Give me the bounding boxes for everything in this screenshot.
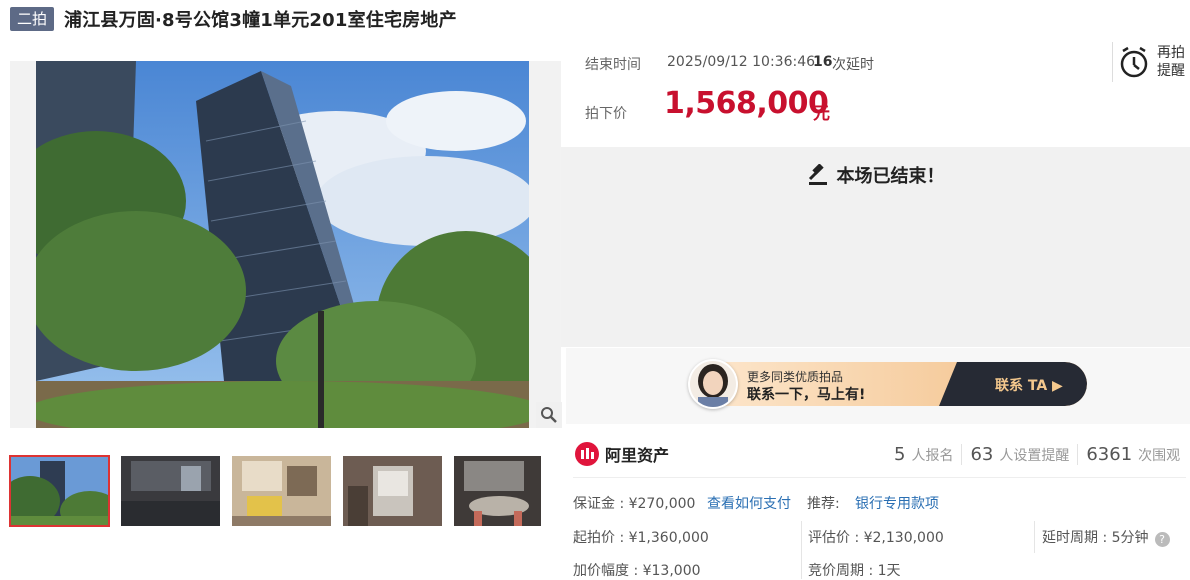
thumbnail-1[interactable]: [9, 455, 110, 527]
end-time-value: 2025/09/12 10:36:46: [667, 54, 816, 70]
promo-line1: 更多同类优质拍品: [747, 370, 844, 384]
stat-reminders-label: 人设置提醒: [999, 447, 1070, 464]
stat-signups-label: 人报名: [911, 447, 954, 464]
main-photo[interactable]: [10, 61, 561, 428]
stats-row: 5 人报名 63 人设置提醒 6361 次围观: [886, 442, 1188, 466]
delay-period-text: 延时周期 : 5分钟: [1042, 530, 1149, 546]
zoom-button[interactable]: [536, 402, 562, 428]
brand-label: 阿里资产: [605, 446, 670, 465]
stat-signups: 5 人报名: [886, 443, 963, 465]
stat-reminders: 63 人设置提醒: [962, 443, 1079, 465]
start-price: 起拍价 : ¥1,360,000: [573, 530, 709, 546]
stat-views-num: 6361: [1086, 443, 1133, 465]
help-icon[interactable]: ?: [1154, 532, 1170, 547]
alarm-clock-icon: [1120, 46, 1148, 78]
contact-button[interactable]: 联系 TA ▶: [995, 375, 1063, 395]
final-price: 1,568,000: [664, 86, 829, 121]
ali-assets-icon: [575, 442, 599, 466]
thumbnail-4[interactable]: [343, 456, 442, 526]
thumbnail-5[interactable]: [454, 456, 553, 526]
delay-count: 16: [813, 54, 833, 70]
ended-status: 本场已结束！: [561, 162, 1190, 188]
column-divider: [1034, 521, 1035, 553]
bid-period: 竞价周期 : 1天: [808, 563, 901, 579]
end-time-label: 结束时间: [585, 57, 641, 73]
price-unit: 元: [813, 104, 830, 124]
ended-text: 本场已结束！: [836, 166, 945, 187]
price-label: 拍下价: [585, 106, 627, 122]
payment-help-link[interactable]: 查看如何支付: [707, 493, 791, 513]
search-icon: [541, 407, 557, 423]
stat-reminders-num: 63: [970, 443, 994, 465]
remind-label: 再拍提醒: [1157, 45, 1185, 79]
remind-button[interactable]: 再拍提醒: [1112, 42, 1190, 82]
play-icon: ▶: [1052, 378, 1063, 394]
ended-panel: 本场已结束！: [561, 147, 1190, 347]
stat-signups-num: 5: [894, 443, 906, 465]
divider: [573, 477, 1186, 478]
thumbnail-2[interactable]: [121, 456, 220, 526]
bank-payment-link[interactable]: 银行专用款项: [855, 493, 939, 513]
appraisal-price: 评估价 : ¥2,130,000: [808, 530, 944, 546]
building-photo: [36, 61, 529, 428]
delay-text: 次延时: [832, 57, 874, 73]
agent-avatar: [688, 359, 738, 409]
title-row: 二拍 浦江县万固·8号公馆3幢1单元201室住宅房地产: [10, 7, 457, 31]
delay-period: 延时周期 : 5分钟?: [1042, 527, 1170, 547]
contact-label: 联系 TA: [995, 378, 1048, 394]
gavel-icon: [808, 164, 827, 185]
deposit: 保证金 : ¥270,000: [573, 496, 696, 512]
ali-assets-logo[interactable]: 阿里资产: [575, 442, 669, 466]
thumbnail-3[interactable]: [232, 456, 331, 526]
column-divider: [801, 521, 802, 579]
thumbnail-strip: [9, 455, 565, 527]
bid-increment: 加价幅度 : ¥13,000: [573, 563, 701, 579]
stat-views-label: 次围观: [1138, 447, 1181, 464]
round-badge: 二拍: [10, 7, 55, 31]
stat-views: 6361 次围观: [1078, 444, 1188, 465]
page-title: 浦江县万固·8号公馆3幢1单元201室住宅房地产: [64, 10, 457, 31]
recommend-label: 推荐:: [807, 496, 840, 512]
promo-line2: 联系一下，马上有!: [747, 387, 866, 403]
